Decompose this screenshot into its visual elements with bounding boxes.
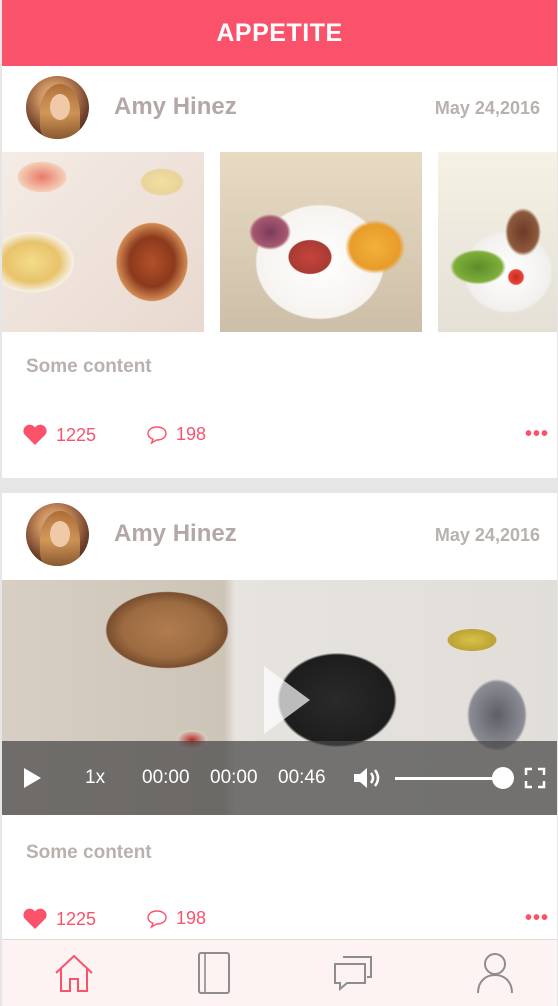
more-dots-icon[interactable]: •••	[525, 424, 549, 444]
author-name[interactable]: Amy Hinez	[114, 520, 237, 548]
comment-button[interactable]: 198	[146, 424, 206, 445]
post-actions: 1225 198 •••	[2, 424, 557, 454]
home-icon	[55, 954, 93, 992]
play-button[interactable]	[22, 741, 42, 815]
app-header: APPETITE	[2, 0, 557, 66]
big-play-icon[interactable]	[264, 666, 310, 734]
like-count: 1225	[56, 908, 97, 929]
tab-home[interactable]	[49, 948, 99, 998]
comment-count: 198	[176, 424, 207, 444]
post-card: Amy Hinez May 24,2016 1x 00:00 00:00 00:…	[2, 493, 557, 939]
bottom-tab-bar	[2, 939, 557, 1006]
gallery-photo[interactable]	[2, 152, 204, 332]
play-icon	[24, 768, 41, 788]
avatar[interactable]	[26, 76, 89, 139]
app-root: APPETITE Amy Hinez May 24,2016 Some cont…	[0, 0, 558, 1006]
heart-icon	[23, 908, 47, 929]
fullscreen-button[interactable]	[524, 741, 546, 815]
comment-bubble-icon	[147, 425, 167, 445]
volume-slider-knob[interactable]	[492, 767, 514, 789]
post-card: Amy Hinez May 24,2016 Some content 1225 …	[2, 66, 557, 478]
duration-time: 00:46	[278, 767, 326, 788]
gallery-photo[interactable]	[220, 152, 422, 332]
comment-button[interactable]: 198	[146, 908, 206, 929]
volume-slider[interactable]	[395, 777, 505, 780]
video-controls: 1x 00:00 00:00 00:46	[2, 741, 557, 815]
post-date: May 24,2016	[434, 98, 540, 118]
gallery-photo[interactable]	[438, 152, 557, 332]
post-date: May 24,2016	[434, 525, 540, 545]
more-dots-icon[interactable]: •••	[525, 908, 549, 928]
volume-icon	[354, 768, 380, 788]
book-icon	[198, 952, 230, 994]
tab-profile[interactable]	[470, 948, 520, 998]
fullscreen-icon	[524, 767, 546, 789]
like-button[interactable]: 1225	[22, 424, 96, 446]
tab-messages[interactable]	[328, 948, 378, 998]
post-content: Some content	[26, 842, 152, 863]
avatar-face	[50, 94, 70, 120]
video-player[interactable]: 1x 00:00 00:00 00:46	[2, 580, 557, 815]
current-time: 00:00	[142, 767, 190, 788]
speed-button[interactable]: 1x	[85, 741, 105, 815]
author-name[interactable]: Amy Hinez	[114, 93, 237, 121]
elapsed-time: 00:00	[210, 767, 258, 788]
comment-bubble-icon	[147, 909, 167, 929]
post-header: Amy Hinez May 24,2016	[2, 493, 557, 579]
post-content: Some content	[26, 356, 152, 377]
avatar-face	[50, 521, 70, 547]
post-header: Amy Hinez May 24,2016	[2, 66, 557, 152]
like-count: 1225	[56, 424, 97, 445]
chat-icon	[334, 956, 372, 992]
heart-icon	[23, 424, 47, 445]
user-icon	[477, 953, 513, 994]
post-actions: 1225 198 •••	[2, 908, 557, 938]
tab-book[interactable]	[189, 948, 239, 998]
volume-button[interactable]	[352, 741, 382, 815]
app-title: APPETITE	[216, 18, 343, 47]
comment-count: 198	[176, 908, 207, 928]
like-button[interactable]: 1225	[22, 908, 96, 930]
photo-gallery[interactable]	[2, 152, 557, 332]
avatar[interactable]	[26, 503, 89, 566]
